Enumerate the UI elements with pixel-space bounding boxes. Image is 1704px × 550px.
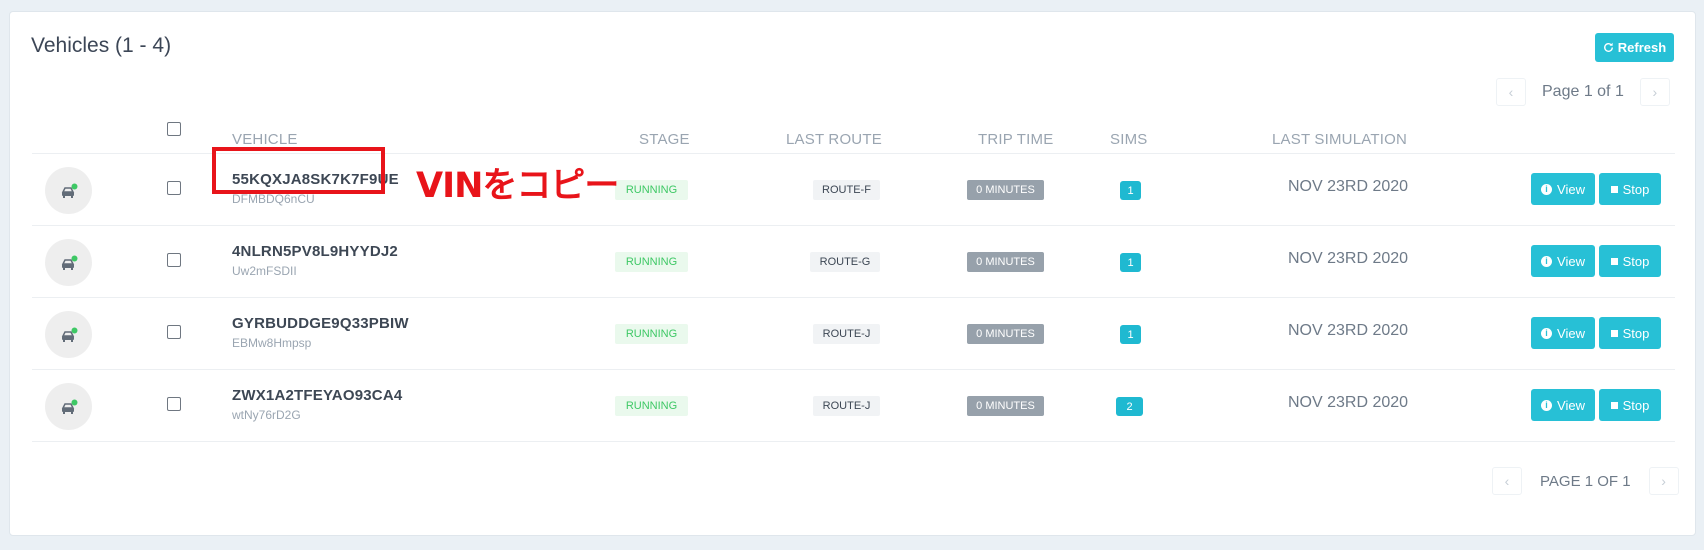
info-icon: i (1541, 399, 1553, 411)
route-badge: ROUTE-J (813, 324, 880, 344)
stop-button[interactable]: Stop (1599, 173, 1661, 205)
stop-button[interactable]: Stop (1599, 317, 1661, 349)
trip-time-badge: 0 MINUTES (967, 396, 1044, 416)
refresh-button[interactable]: Refresh (1595, 33, 1674, 62)
next-page-button[interactable]: › (1639, 78, 1670, 106)
vehicle-vin[interactable]: GYRBUDDGE9Q33PBIW (232, 315, 409, 332)
online-dot-icon (71, 399, 77, 405)
vehicle-avatar (45, 167, 92, 214)
pagination-top: ‹ Page 1 of 1 › (1496, 78, 1670, 106)
online-dot-icon (71, 255, 77, 261)
sims-badge: 2 (1116, 397, 1143, 416)
stop-icon (1610, 257, 1618, 265)
select-all-checkbox[interactable] (167, 122, 181, 136)
row-checkbox[interactable] (167, 181, 181, 195)
route-badge: ROUTE-F (813, 180, 880, 200)
stage-badge: RUNNING (615, 180, 688, 200)
refresh-label: Refresh (1617, 40, 1667, 55)
trip-time-badge: 0 MINUTES (967, 324, 1044, 344)
last-simulation-date: NOV 23RD 2020 (1288, 394, 1409, 411)
vehicle-avatar (45, 311, 92, 358)
stop-label: Stop (1622, 253, 1650, 269)
row-divider (32, 441, 1675, 442)
stop-button[interactable]: Stop (1599, 245, 1661, 277)
last-simulation-date: NOV 23RD 2020 (1288, 322, 1409, 339)
view-label: View (1557, 397, 1585, 413)
vehicle-sub-id: Uw2mFSDII (232, 264, 297, 278)
chevron-right-icon: › (1661, 473, 1666, 489)
car-icon (61, 183, 77, 198)
row-checkbox[interactable] (167, 253, 181, 267)
stop-label: Stop (1622, 397, 1650, 413)
next-page-button[interactable]: › (1648, 467, 1679, 495)
trip-time-badge: 0 MINUTES (967, 252, 1044, 272)
sims-badge: 1 (1120, 325, 1141, 344)
pagination-bottom: ‹ PAGE 1 OF 1 › (1492, 467, 1679, 495)
view-button[interactable]: i View (1531, 245, 1595, 277)
stop-label: Stop (1622, 325, 1650, 341)
stop-icon (1610, 185, 1618, 193)
stage-badge: RUNNING (615, 396, 688, 416)
col-header-trip-time: TRIP TIME (978, 131, 1054, 148)
vehicle-sub-id: DFMBDQ6nCU (232, 192, 315, 206)
vehicle-sub-id: EBMw8Hmpsp (232, 336, 312, 350)
col-header-last-route: LAST ROUTE (786, 131, 882, 148)
prev-page-button[interactable]: ‹ (1496, 78, 1526, 106)
page-title: Vehicles (1 - 4) (31, 34, 172, 57)
row-checkbox[interactable] (167, 325, 181, 339)
trip-time-badge: 0 MINUTES (967, 180, 1044, 200)
col-header-sims: SIMS (1110, 131, 1148, 148)
row-checkbox[interactable] (167, 397, 181, 411)
col-header-vehicle: VEHICLE (232, 131, 298, 148)
online-dot-icon (71, 327, 77, 333)
sims-badge: 1 (1120, 181, 1141, 200)
copy-vin-annotation: VINをコピー (416, 166, 619, 206)
stage-badge: RUNNING (615, 252, 688, 272)
route-badge: ROUTE-J (813, 396, 880, 416)
stop-button[interactable]: Stop (1599, 389, 1661, 421)
col-header-last-simulation: LAST SIMULATION (1272, 131, 1407, 148)
view-button[interactable]: i View (1531, 173, 1595, 205)
vehicles-card: Vehicles (1 - 4) Refresh ‹ Page 1 of 1 ›… (9, 11, 1696, 536)
table-row: GYRBUDDGE9Q33PBIW EBMw8Hmpsp RUNNING ROU… (10, 297, 1697, 369)
stage-badge: RUNNING (615, 324, 688, 344)
car-icon (61, 399, 77, 414)
stop-label: Stop (1622, 181, 1650, 197)
chevron-left-icon: ‹ (1504, 473, 1510, 489)
vehicle-avatar (45, 239, 92, 286)
sims-badge: 1 (1120, 253, 1141, 272)
route-badge: ROUTE-G (810, 252, 880, 272)
info-icon: i (1541, 255, 1553, 267)
stop-icon (1610, 329, 1618, 337)
vin-highlight-box (212, 147, 385, 194)
online-dot-icon (71, 183, 77, 189)
chevron-right-icon: › (1652, 84, 1658, 100)
page-indicator: Page 1 of 1 (1542, 83, 1624, 100)
vehicle-avatar (45, 383, 92, 430)
view-label: View (1557, 181, 1585, 197)
chevron-left-icon: ‹ (1508, 84, 1514, 100)
view-label: View (1557, 253, 1585, 269)
stop-icon (1610, 401, 1618, 409)
last-simulation-date: NOV 23RD 2020 (1288, 250, 1409, 267)
table-row: ZWX1A2TFEYAO93CA4 wtNy76rD2G RUNNING ROU… (10, 369, 1697, 441)
vehicle-vin[interactable]: 4NLRN5PV8L9HYYDJ2 (232, 243, 398, 260)
table-row: 4NLRN5PV8L9HYYDJ2 Uw2mFSDII RUNNING ROUT… (10, 225, 1697, 297)
info-icon: i (1541, 183, 1553, 195)
car-icon (61, 255, 77, 270)
vehicle-sub-id: wtNy76rD2G (232, 408, 301, 422)
vehicle-vin[interactable]: ZWX1A2TFEYAO93CA4 (232, 387, 402, 404)
page-indicator: PAGE 1 OF 1 (1540, 472, 1631, 490)
view-button[interactable]: i View (1531, 317, 1595, 349)
view-button[interactable]: i View (1531, 389, 1595, 421)
prev-page-button[interactable]: ‹ (1492, 467, 1522, 495)
car-icon (61, 327, 77, 342)
last-simulation-date: NOV 23RD 2020 (1288, 178, 1409, 195)
view-label: View (1557, 325, 1585, 341)
refresh-icon (1603, 42, 1613, 52)
col-header-stage: STAGE (639, 131, 690, 148)
info-icon: i (1541, 327, 1553, 339)
